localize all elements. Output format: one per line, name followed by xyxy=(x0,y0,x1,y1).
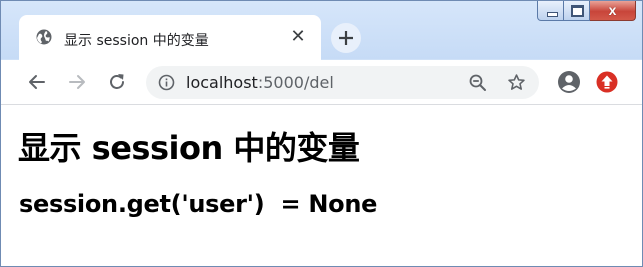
url-text[interactable]: localhost:5000/del xyxy=(186,73,334,92)
window-controls: x xyxy=(537,1,636,23)
new-tab-button[interactable] xyxy=(331,23,361,53)
forward-button[interactable] xyxy=(66,71,88,93)
globe-icon xyxy=(36,29,52,45)
address-bar[interactable]: localhost:5000/del xyxy=(146,66,539,99)
star-icon[interactable] xyxy=(506,72,527,93)
minimize-icon xyxy=(547,12,558,17)
back-button[interactable] xyxy=(26,71,48,93)
reload-button[interactable] xyxy=(106,71,128,93)
tab-close-icon[interactable]: ✕ xyxy=(289,27,307,45)
active-tab[interactable]: 显示 session 中的变量 ✕ xyxy=(19,15,321,60)
window-close-icon: x xyxy=(608,2,617,18)
extension-icon[interactable] xyxy=(596,71,618,93)
url-path: :5000/del xyxy=(257,73,334,92)
window-close-button[interactable]: x xyxy=(590,1,636,21)
maximize-button[interactable] xyxy=(564,1,590,21)
maximize-icon xyxy=(571,5,584,17)
page-heading: 显示 session 中的变量 xyxy=(18,129,360,167)
tab-title: 显示 session 中的变量 xyxy=(64,33,209,49)
page-content: 显示 session 中的变量 session.get('user') = No… xyxy=(1,105,642,266)
minimize-button[interactable] xyxy=(537,1,564,21)
browser-window: 显示 session 中的变量 ✕ x localhost:5000/del 显… xyxy=(0,0,643,267)
plus-icon xyxy=(339,31,353,45)
browser-toolbar: localhost:5000/del xyxy=(1,60,642,105)
url-host: localhost xyxy=(186,73,258,92)
account-icon[interactable] xyxy=(557,70,581,94)
info-icon[interactable] xyxy=(158,74,175,91)
session-value-line: session.get('user') = None xyxy=(19,190,378,218)
tab-strip: 显示 session 中的变量 ✕ x xyxy=(1,1,642,60)
zoom-out-icon[interactable] xyxy=(468,73,487,92)
